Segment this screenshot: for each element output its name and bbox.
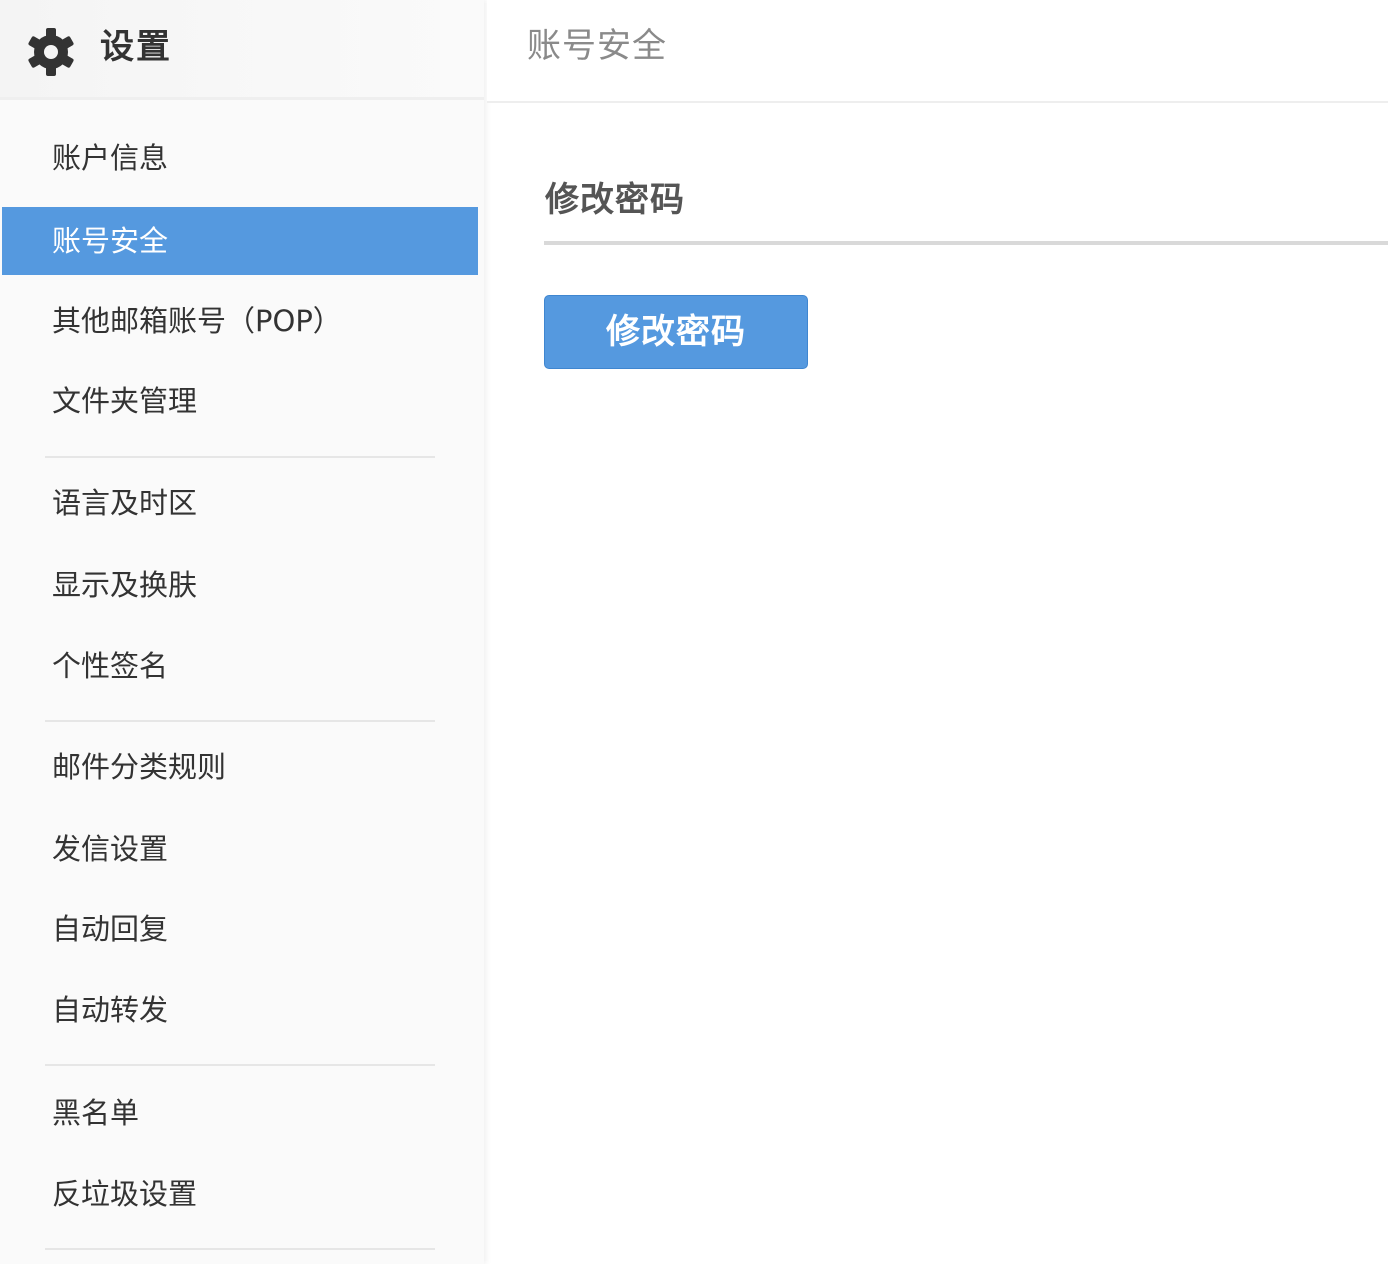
sidebar-divider: [45, 1248, 435, 1250]
sidebar-item-mail-rules[interactable]: 邮件分类规则: [2, 733, 478, 801]
sidebar-item-auto-forward[interactable]: 自动转发: [2, 976, 478, 1044]
sidebar-divider: [45, 720, 435, 722]
sidebar-item-account-info[interactable]: 账户信息: [2, 124, 478, 192]
sidebar-divider: [45, 456, 435, 458]
sidebar-item-folder-management[interactable]: 文件夹管理: [2, 367, 478, 435]
change-password-button[interactable]: 修改密码: [544, 295, 808, 369]
sidebar-item-auto-reply[interactable]: 自动回复: [2, 895, 478, 963]
page-title: 账号安全: [527, 26, 667, 66]
main-header: 账号安全: [487, 0, 1388, 103]
sidebar-divider: [45, 1064, 435, 1066]
sidebar-item-language-timezone[interactable]: 语言及时区: [2, 469, 478, 537]
sidebar-item-account-security[interactable]: 账号安全: [2, 207, 478, 275]
sidebar-title: 设置: [100, 27, 172, 67]
sidebar-item-pop-accounts[interactable]: 其他邮箱账号（POP）: [2, 287, 478, 355]
sidebar-item-antispam[interactable]: 反垃圾设置: [2, 1160, 478, 1228]
section-divider: [544, 241, 1388, 245]
section-title: 修改密码: [545, 180, 685, 220]
sidebar-header: 设置: [0, 0, 484, 100]
settings-app: 设置 账户信息 账号安全 其他邮箱账号（POP） 文件夹管理 语言及时区 显示及…: [0, 0, 1388, 1264]
sidebar-item-signature[interactable]: 个性签名: [2, 632, 478, 700]
sidebar-item-blacklist[interactable]: 黑名单: [2, 1079, 478, 1147]
sidebar-item-send-settings[interactable]: 发信设置: [2, 815, 478, 883]
sidebar-item-display-skin[interactable]: 显示及换肤: [2, 551, 478, 619]
gear-icon: [28, 28, 74, 76]
sidebar: 设置 账户信息 账号安全 其他邮箱账号（POP） 文件夹管理 语言及时区 显示及…: [0, 0, 484, 1264]
